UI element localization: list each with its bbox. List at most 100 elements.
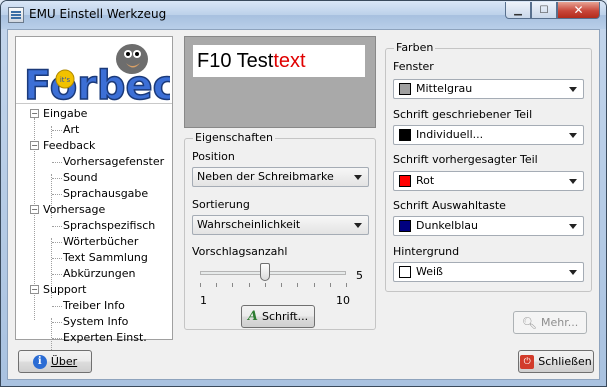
logo-badge-text: it's [60, 76, 71, 84]
close-window-button[interactable]: ✕ [557, 2, 600, 19]
chevron-down-icon [569, 270, 577, 275]
maximize-icon: ☐ [539, 4, 549, 16]
hintergrund-color-dropdown[interactable]: Weiß [393, 262, 584, 282]
preview-text-box: F10 Testtext [193, 45, 365, 77]
schrift-button[interactable]: A Schrift... [241, 305, 315, 328]
tree-item-label: Feedback [43, 139, 96, 152]
tree-item-label: Wörterbücher [63, 235, 139, 248]
close-button[interactable]: ⏻ Schließen [518, 350, 594, 373]
schrift-geschrieben-color-value: Individuell... [416, 128, 484, 141]
fenster-label: Fenster [393, 60, 434, 73]
chevron-down-icon [569, 224, 577, 229]
sortierung-dropdown[interactable]: Wahrscheinlichkeit [192, 215, 369, 235]
navigation-panel: Forbec it's − Eingabe Art − Feedback Vor… [15, 36, 173, 364]
vorschlagsanzahl-slider-thumb[interactable] [259, 263, 270, 281]
chevron-down-icon [569, 179, 577, 184]
about-button-label: Über [50, 355, 78, 368]
schrift-button-label: Schrift... [262, 310, 309, 323]
tree-branch-line [51, 126, 52, 138]
slider-tick [200, 283, 201, 287]
dialog-client: Forbec it's − Eingabe Art − Feedback Vor… [7, 29, 600, 380]
slider-tick [232, 283, 234, 287]
tree-item-art[interactable]: Art [63, 122, 79, 138]
schrift-auswahltaste-color-value: Dunkelblau [416, 219, 478, 232]
sortierung-value: Wahrscheinlichkeit [197, 218, 301, 231]
preview-predicted-text: text [273, 50, 306, 72]
slider-tick [248, 283, 250, 287]
about-button[interactable]: i Über [18, 350, 92, 373]
tree-item-label: Text Sammlung [63, 251, 148, 264]
tree-item-label: Sprachausgabe [63, 187, 149, 200]
collapse-icon[interactable]: − [30, 141, 39, 150]
position-label: Position [192, 150, 235, 163]
minimize-icon: ▁ [514, 4, 522, 16]
hintergrund-label: Hintergrund [393, 245, 460, 258]
tree-item-sound[interactable]: Sound [63, 170, 98, 186]
tree-item-vorhersagefenster[interactable]: Vorhersagefenster [63, 154, 164, 170]
chevron-down-icon [354, 223, 362, 228]
slider-tick [264, 283, 266, 287]
collapse-icon[interactable]: − [30, 285, 39, 294]
chevron-down-icon [569, 133, 577, 138]
maximize-button[interactable]: ☐ [531, 2, 557, 19]
schrift-vorhergesagt-label: Schrift vorhergesagter Teil [393, 153, 538, 166]
position-dropdown[interactable]: Neben der Schreibmarke [192, 167, 369, 187]
tree-item-label: Art [63, 123, 80, 136]
exit-icon: ⏻ [520, 354, 535, 369]
tree-item-label: Vorhersagefenster [63, 155, 165, 168]
color-swatch [399, 220, 411, 232]
tree-item-label: Eingabe [43, 107, 88, 120]
mehr-button[interactable]: 🔍︎ Mehr... [513, 311, 587, 334]
title-bar[interactable]: EMU Einstell Werkzeug ▁ ☐ ✕ [1, 1, 606, 29]
tree-item-woerterbuecher[interactable]: Wörterbücher [63, 234, 138, 250]
tree-item-label: Treiber Info [63, 299, 125, 312]
tree-item-label: Vorhersage [43, 203, 106, 216]
preview-written-text: F10 Test [197, 50, 274, 72]
minimize-button[interactable]: ▁ [505, 2, 531, 19]
schrift-vorhergesagt-color-dropdown[interactable]: Rot [393, 171, 584, 191]
tree-item-abkuerzungen[interactable]: Abkürzungen [63, 266, 135, 282]
slider-tick [329, 283, 331, 287]
settings-tree[interactable]: − Eingabe Art − Feedback Vorhersagefenst… [16, 103, 172, 364]
slider-tick [216, 283, 218, 287]
color-swatch [399, 266, 411, 278]
tree-item-label: Experten Einst. [63, 331, 147, 344]
farben-title: Farben [394, 41, 436, 55]
color-swatch [399, 175, 411, 187]
tree-item-text-sammlung[interactable]: Text Sammlung [63, 250, 148, 266]
forbec-logo: Forbec it's [23, 44, 170, 105]
tree-item-label: Support [43, 283, 87, 296]
chevron-down-icon [569, 87, 577, 92]
slider-tick [297, 283, 299, 287]
schrift-auswahltaste-color-dropdown[interactable]: Dunkelblau [393, 216, 584, 236]
eigenschaften-title: Eigenschaften [193, 131, 275, 145]
tree-item-sprachausgabe[interactable]: Sprachausgabe [63, 186, 148, 202]
slider-tick [346, 283, 347, 287]
slider-tick [281, 283, 283, 287]
tree-item-label: Sound [63, 171, 98, 184]
tree-item-experten-einst[interactable]: Experten Einst. [63, 330, 147, 346]
tree-item-sprachspezifisch[interactable]: Sprachspezifisch [63, 218, 155, 234]
font-icon: A [247, 309, 259, 324]
farben-group: Farben Fenster Mittelgrau Schrift geschr… [385, 41, 592, 292]
fenster-color-dropdown[interactable]: Mittelgrau [393, 79, 584, 99]
tree-item-label: Sprachspezifisch [63, 219, 156, 232]
collapse-icon[interactable]: − [30, 109, 39, 118]
tree-item-treiber-info[interactable]: Treiber Info [63, 298, 125, 314]
collapse-icon[interactable]: − [30, 205, 39, 214]
tree-item-system-info[interactable]: System Info [63, 314, 128, 330]
close-icon: ✕ [573, 3, 584, 17]
schrift-geschrieben-color-dropdown[interactable]: Individuell... [393, 125, 584, 145]
chevron-down-icon [354, 175, 362, 180]
tree-item-label: System Info [63, 315, 129, 328]
slider-min-label: 1 [200, 294, 207, 307]
preview-panel: F10 Testtext [184, 36, 376, 128]
vorschlagsanzahl-slider-track[interactable] [200, 271, 346, 275]
vorschlagsanzahl-label: Vorschlagsanzahl [192, 245, 288, 258]
schrift-auswahltaste-label: Schrift Auswahltaste [393, 199, 506, 212]
app-window: EMU Einstell Werkzeug ▁ ☐ ✕ Forbec it's [0, 0, 607, 387]
color-swatch [399, 129, 411, 141]
color-swatch [399, 83, 411, 95]
schrift-geschrieben-label: Schrift geschriebener Teil [393, 108, 533, 121]
app-icon [8, 7, 24, 23]
